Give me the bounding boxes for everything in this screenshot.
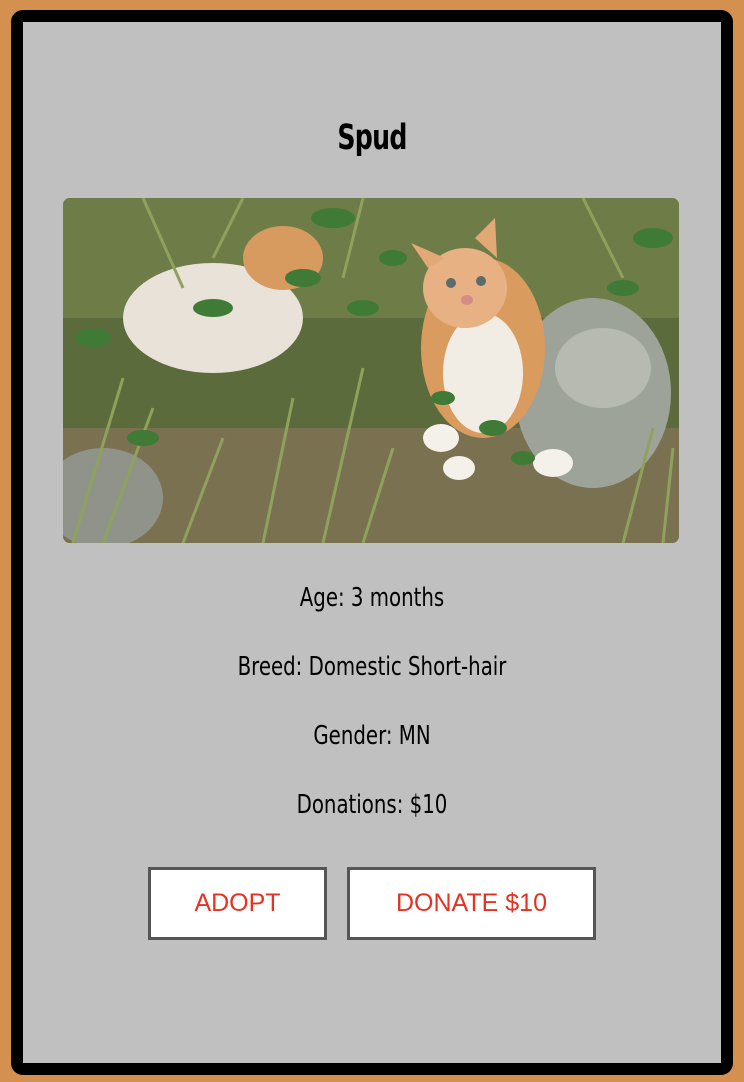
donate-button[interactable]: DONATE $10 xyxy=(347,867,596,940)
donations-label: Donations: xyxy=(296,790,404,820)
gender-line: Gender: MN xyxy=(107,721,637,751)
age-line: Age: 3 months xyxy=(107,583,637,613)
gender-value: MN xyxy=(398,721,431,751)
pet-name: Spud xyxy=(337,118,407,158)
gender-label: Gender: xyxy=(313,721,393,751)
donations-value: $10 xyxy=(409,790,448,820)
pet-photo xyxy=(63,198,679,543)
donations-line: Donations: $10 xyxy=(107,790,637,820)
breed-line: Breed: Domestic Short-hair xyxy=(107,652,637,682)
adopt-button[interactable]: ADOPT xyxy=(148,867,327,940)
age-value: 3 months xyxy=(350,583,445,613)
breed-label: Breed: xyxy=(237,652,303,682)
breed-value: Domestic Short-hair xyxy=(308,652,507,682)
age-label: Age: xyxy=(299,583,345,613)
pet-card: Spud Age: 3 months Breed: Domestic Short… xyxy=(11,10,733,1075)
